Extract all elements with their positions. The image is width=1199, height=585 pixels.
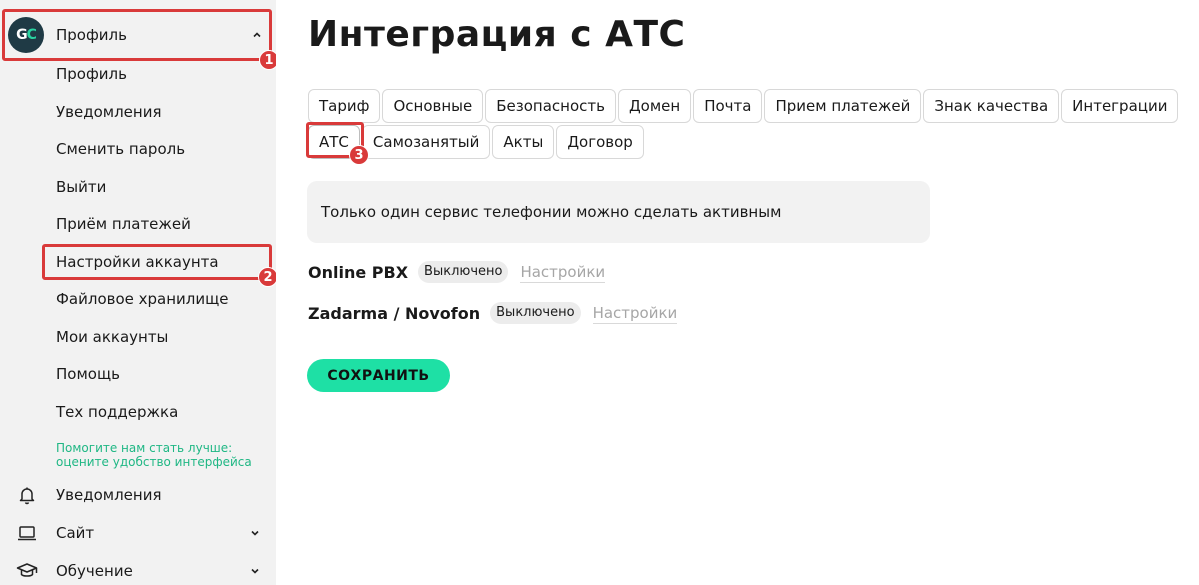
- submenu-notifications[interactable]: Уведомления: [56, 94, 271, 132]
- tab-row-2: АТС Самозанятый Акты Договор: [308, 125, 1193, 159]
- tab-contract[interactable]: Договор: [556, 125, 644, 159]
- bell-icon: [16, 484, 38, 506]
- profile-submenu: Профиль Уведомления Сменить пароль Выйти…: [56, 56, 271, 431]
- gc-logo: GC: [8, 17, 44, 53]
- settings-tabs: Тариф Основные Безопасность Домен Почта …: [308, 89, 1193, 161]
- nav-site-label: Сайт: [56, 524, 95, 542]
- submenu-logout[interactable]: Выйти: [56, 169, 271, 207]
- tab-acts[interactable]: Акты: [492, 125, 555, 159]
- notice-text: Только один сервис телефонии можно сдела…: [321, 203, 782, 221]
- nav-learning[interactable]: Обучение: [0, 552, 276, 585]
- tab-integrations[interactable]: Интеграции: [1061, 89, 1179, 123]
- annotation-number-2: 2: [258, 267, 276, 287]
- feedback-line-1: Помогите нам стать лучше:: [56, 441, 233, 455]
- tab-domain[interactable]: Домен: [617, 89, 692, 123]
- app: GC Профиль Профиль Уведомления Сменить п…: [0, 0, 1199, 585]
- submenu-profile[interactable]: Профиль: [56, 56, 271, 94]
- profile-label: Профиль: [56, 26, 127, 44]
- status-badge: Выключено: [418, 261, 509, 283]
- page-title: Интеграция с АТС: [308, 14, 686, 55]
- tab-general[interactable]: Основные: [382, 89, 484, 123]
- submenu-change-password[interactable]: Сменить пароль: [56, 131, 271, 169]
- service-name: Online PBX: [308, 262, 409, 282]
- nav-notifications-label: Уведомления: [56, 486, 162, 504]
- annotation-number-3: 3: [349, 145, 369, 165]
- tab-quality-mark[interactable]: Знак качества: [923, 89, 1060, 123]
- submenu-my-accounts[interactable]: Мои аккаунты: [56, 319, 271, 357]
- chevron-up-icon: [252, 30, 262, 40]
- sidebar: GC Профиль Профиль Уведомления Сменить п…: [0, 0, 276, 585]
- tab-tariff[interactable]: Тариф: [308, 89, 381, 123]
- info-notice: Только один сервис телефонии можно сдела…: [307, 181, 930, 243]
- nav-notifications[interactable]: Уведомления: [0, 476, 276, 514]
- submenu-file-storage[interactable]: Файловое хранилище: [56, 281, 271, 319]
- nav-learning-label: Обучение: [56, 562, 133, 580]
- service-zadarma-novofon: Zadarma / Novofon Выключено Настройки: [308, 301, 678, 325]
- settings-link[interactable]: Настройки: [592, 303, 678, 324]
- submenu-account-settings[interactable]: Настройки аккаунта: [56, 244, 271, 282]
- save-button[interactable]: СОХРАНИТЬ: [307, 359, 450, 392]
- submenu-payments[interactable]: Приём платежей: [56, 206, 271, 244]
- chevron-down-icon: [250, 566, 260, 576]
- tab-mail[interactable]: Почта: [693, 89, 763, 123]
- feedback-link[interactable]: Помогите нам стать лучше: оцените удобст…: [56, 441, 271, 469]
- laptop-icon: [16, 522, 38, 544]
- tab-payments[interactable]: Прием платежей: [764, 89, 922, 123]
- graduation-cap-icon: [16, 560, 38, 582]
- tab-row-1: Тариф Основные Безопасность Домен Почта …: [308, 89, 1193, 123]
- service-online-pbx: Online PBX Выключено Настройки: [308, 260, 606, 284]
- tab-security[interactable]: Безопасность: [485, 89, 616, 123]
- annotation-number-1: 1: [259, 50, 276, 70]
- tab-self-employed[interactable]: Самозанятый: [361, 125, 491, 159]
- logo-letter-c: C: [26, 27, 37, 43]
- submenu-help[interactable]: Помощь: [56, 356, 271, 394]
- logo-letter-g: G: [16, 27, 27, 43]
- profile-menu-toggle[interactable]: GC Профиль: [8, 14, 272, 56]
- service-name: Zadarma / Novofon: [308, 303, 481, 323]
- chevron-down-icon: [250, 528, 260, 538]
- feedback-line-2: оцените удобство интерфейса: [56, 455, 252, 469]
- settings-link[interactable]: Настройки: [520, 262, 606, 283]
- nav-site[interactable]: Сайт: [0, 514, 276, 552]
- submenu-tech-support[interactable]: Тех поддержка: [56, 394, 271, 432]
- status-badge: Выключено: [490, 302, 581, 324]
